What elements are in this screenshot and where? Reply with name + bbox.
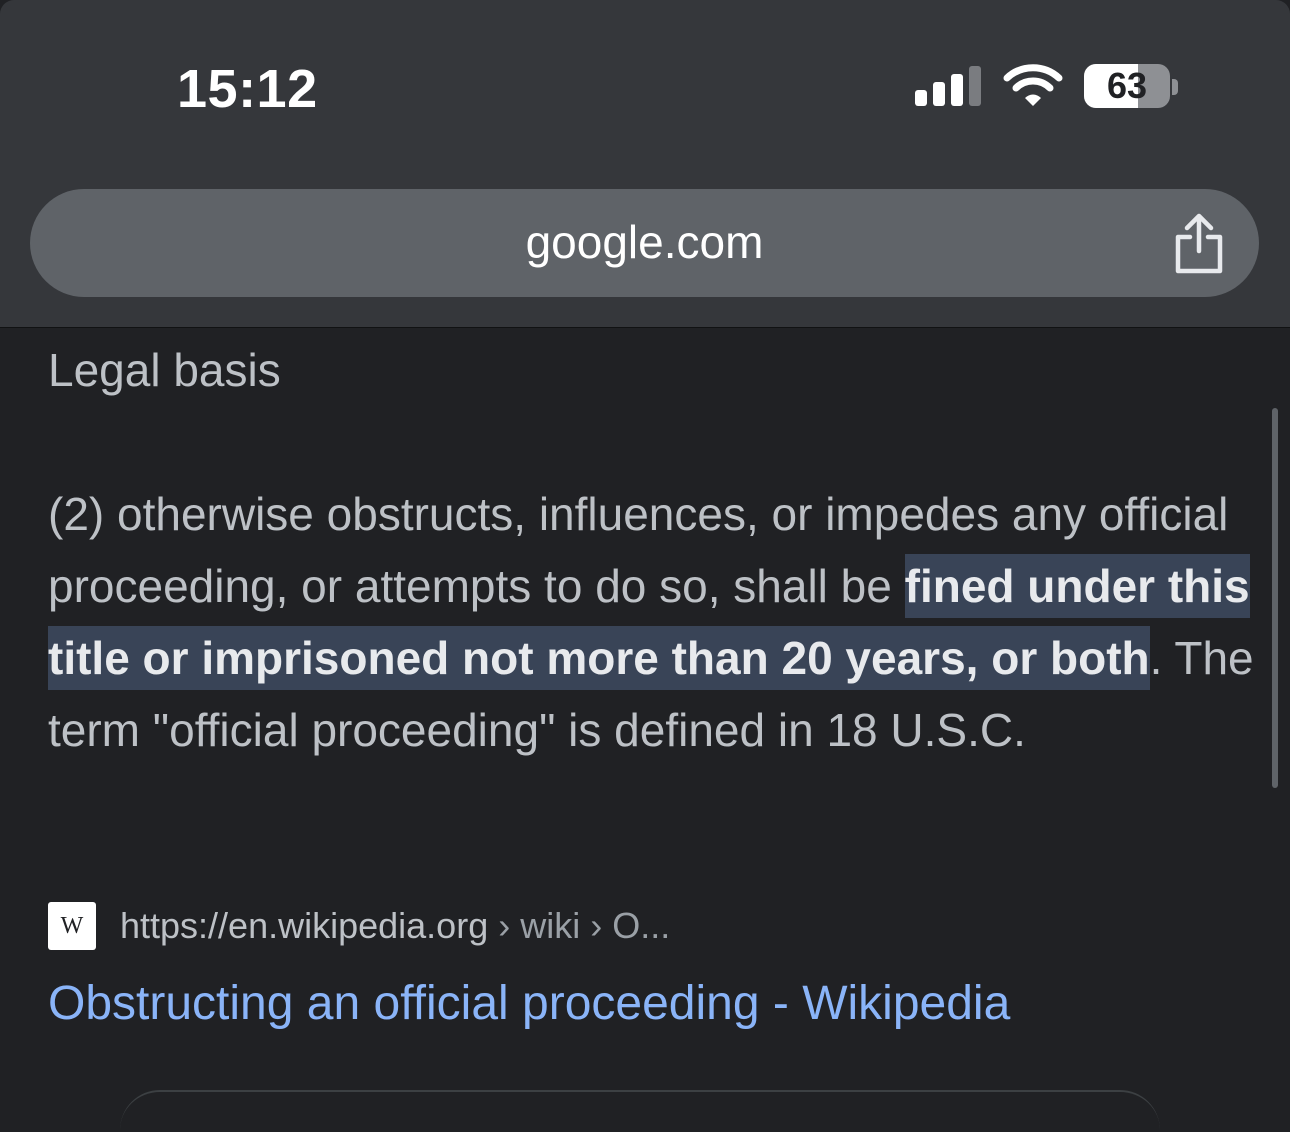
browser-top-bar: 15:12 63 google.com: [0, 0, 1290, 328]
next-result-card: [120, 1090, 1160, 1132]
wifi-icon: [1003, 64, 1063, 106]
address-bar[interactable]: google.com: [30, 189, 1259, 297]
section-heading: Legal basis: [48, 344, 281, 396]
signal-bar: [951, 74, 963, 106]
result-snippet: (2) otherwise obstructs, influences, or …: [48, 478, 1258, 766]
signal-bar: [969, 66, 981, 106]
battery-icon: 63: [1084, 64, 1170, 108]
battery-cap: [1172, 79, 1178, 95]
share-icon[interactable]: [1170, 211, 1228, 275]
url-text: google.com: [525, 216, 764, 268]
source-breadcrumb: › wiki › O...: [488, 905, 671, 946]
scrollbar[interactable]: [1272, 408, 1278, 788]
source-url: https://en.wikipedia.org › wiki › O...: [120, 902, 670, 950]
source-domain: https://en.wikipedia.org: [120, 905, 489, 946]
battery-level: 63: [1106, 65, 1148, 106]
search-results-content: Legal basis (2) otherwise obstructs, inf…: [0, 328, 1290, 1098]
status-time: 15:12: [177, 59, 318, 119]
signal-bar: [915, 90, 927, 106]
result-source[interactable]: W https://en.wikipedia.org › wiki › O...: [48, 900, 948, 950]
signal-bar: [933, 82, 945, 106]
result-title-link[interactable]: Obstructing an official proceeding - Wik…: [48, 974, 1010, 1034]
signal-icon: [915, 64, 981, 106]
wikipedia-favicon-icon: W: [48, 902, 96, 950]
